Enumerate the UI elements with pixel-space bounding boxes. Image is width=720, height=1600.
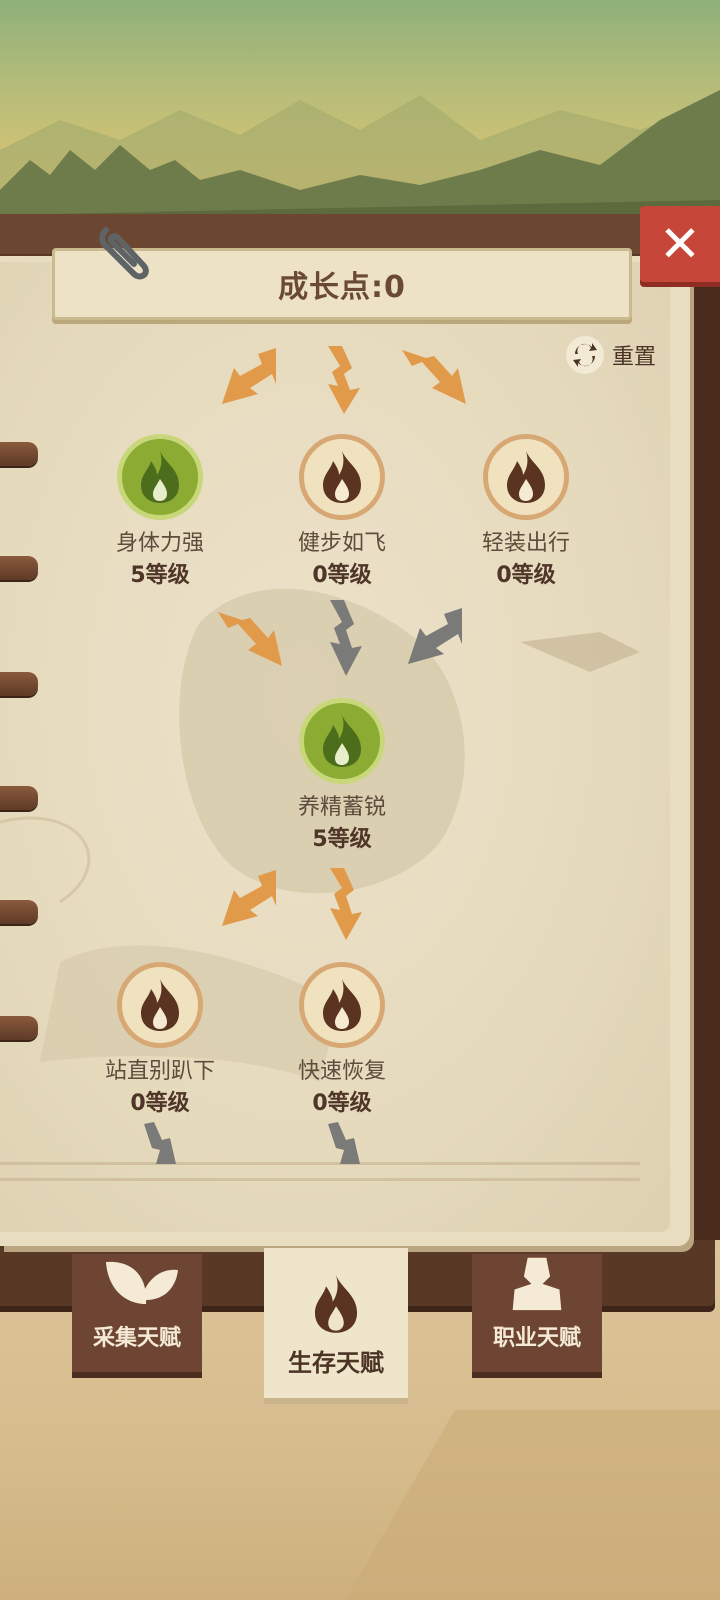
talent-name: 身体力强 xyxy=(115,531,204,556)
fire-icon xyxy=(323,451,361,503)
talent-level: 0等级 xyxy=(312,563,372,588)
talent-node-2[interactable]: 轻装出行 0等级 xyxy=(446,434,606,592)
talent-level: 5等级 xyxy=(130,563,190,588)
talent-level: 0等级 xyxy=(496,563,556,588)
reset-label: 重置 xyxy=(612,345,657,370)
fire-icon xyxy=(314,1275,358,1333)
tab-label: 生存天赋 xyxy=(288,1349,384,1377)
binder-ring xyxy=(0,900,38,924)
talent-name: 快速恢复 xyxy=(297,1059,386,1084)
talent-icon-ring xyxy=(299,962,385,1048)
reset-button[interactable]: 重置 xyxy=(566,334,666,376)
binder-ring xyxy=(0,442,38,466)
fire-icon xyxy=(323,715,361,767)
close-icon: ✕ xyxy=(659,215,701,273)
arrow-down-left-icon xyxy=(222,348,276,404)
talent-icon-ring xyxy=(483,434,569,520)
tab-profession-talents[interactable]: 职业天赋 xyxy=(472,1254,602,1372)
binder-ring xyxy=(0,672,38,696)
growth-points-label: 成长点:0 xyxy=(278,270,406,305)
tab-survival-talents[interactable]: 生存天赋 xyxy=(264,1248,408,1398)
arrow-down-left-icon xyxy=(408,608,462,664)
talent-icon-ring xyxy=(117,962,203,1048)
arrow-down-right-icon xyxy=(218,612,282,666)
arrow-down-left-icon xyxy=(222,870,276,926)
fire-icon xyxy=(141,979,179,1031)
leaf-icon xyxy=(106,1261,178,1304)
talent-node-5[interactable]: 快速恢复 0等级 xyxy=(262,962,422,1120)
arrow-down-stub-icon xyxy=(144,1122,176,1164)
talent-node-3[interactable]: 养精蓄锐 5等级 xyxy=(262,698,422,856)
talent-level: 5等级 xyxy=(312,827,372,852)
arrow-down-icon xyxy=(330,600,362,676)
tab-gathering-talents[interactable]: 采集天赋 xyxy=(72,1254,202,1372)
talent-level: 0等级 xyxy=(312,1091,372,1116)
page-edge-line xyxy=(0,1162,640,1165)
talent-icon-ring xyxy=(299,698,385,784)
talent-level: 0等级 xyxy=(130,1091,190,1116)
talent-name: 健步如飞 xyxy=(297,531,386,556)
talent-node-0[interactable]: 身体力强 5等级 xyxy=(80,434,240,592)
refresh-icon xyxy=(566,336,604,374)
fire-icon xyxy=(141,451,179,503)
talent-name: 站直别趴下 xyxy=(104,1059,215,1084)
talent-node-4[interactable]: 站直别趴下 0等级 xyxy=(80,962,240,1120)
tab-label: 采集天赋 xyxy=(92,1326,181,1351)
talent-icon-ring xyxy=(117,434,203,520)
arrow-down-stub-icon xyxy=(328,1122,360,1164)
binder-ring xyxy=(0,786,38,810)
talent-node-1[interactable]: 健步如飞 0等级 xyxy=(262,434,422,592)
person-icon xyxy=(512,1257,562,1311)
arrow-down-icon xyxy=(330,868,362,940)
talent-icon-ring xyxy=(299,434,385,520)
talent-name: 轻装出行 xyxy=(481,531,570,556)
tab-label: 职业天赋 xyxy=(492,1326,581,1351)
arrow-down-icon xyxy=(328,346,360,414)
page-edge-line xyxy=(0,1178,640,1181)
binder-ring xyxy=(0,1016,38,1040)
binder-ring xyxy=(0,556,38,580)
fire-icon xyxy=(507,451,545,503)
fire-icon xyxy=(323,979,361,1031)
arrow-down-right-icon xyxy=(402,350,466,404)
talent-name: 养精蓄锐 xyxy=(297,795,386,820)
close-button[interactable]: ✕ xyxy=(640,206,720,282)
paperclip-icon xyxy=(99,227,149,280)
